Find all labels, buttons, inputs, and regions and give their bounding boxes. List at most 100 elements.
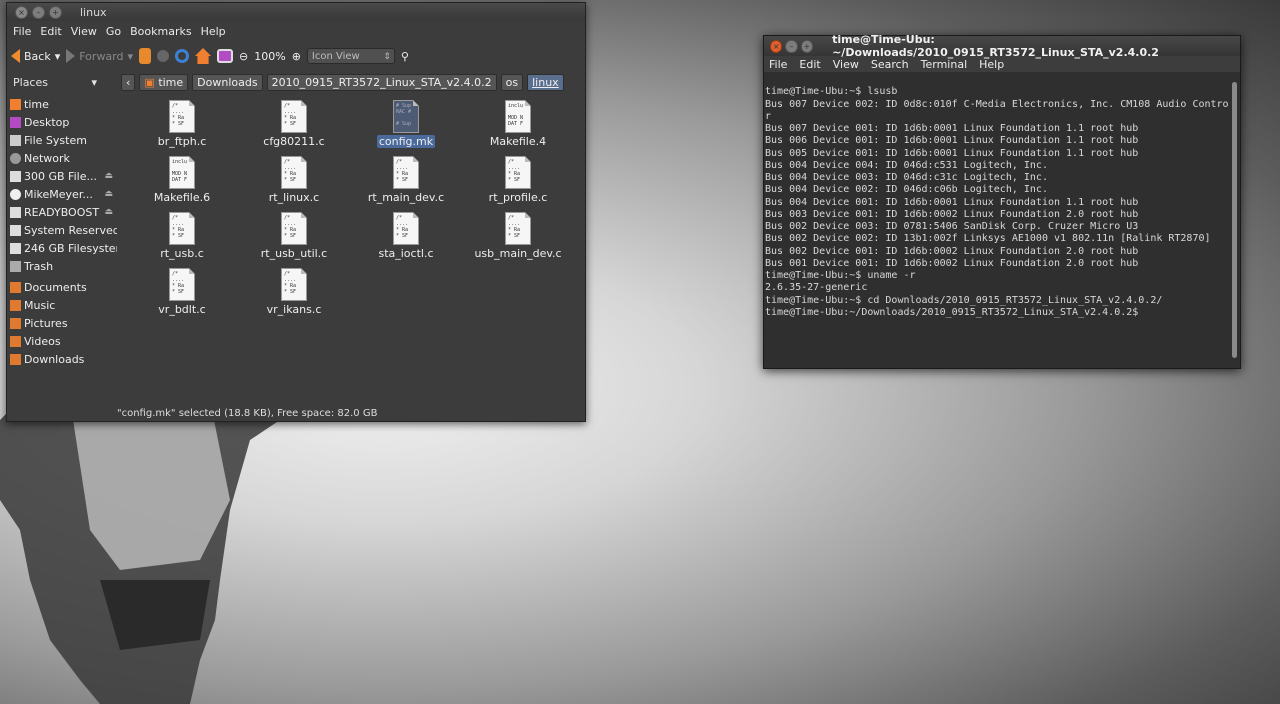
- sidebar-item-videos[interactable]: Videos: [7, 332, 117, 350]
- menu-help[interactable]: Help: [979, 58, 1004, 71]
- terminal-line: Bus 004 Device 003: ID 046d:c31c Logitec…: [765, 172, 1048, 183]
- sidebar-item-trash[interactable]: Trash: [7, 257, 117, 275]
- terminal-output[interactable]: time@Time-Ubu:~$ lsusb Bus 007 Device 002…: [764, 74, 1228, 368]
- text-file-icon: /*.... * Ra * SF: [281, 156, 307, 189]
- back-arrow-icon: [11, 49, 20, 63]
- sidebar-item-pictures[interactable]: Pictures: [7, 314, 117, 332]
- filesystem-icon: [10, 134, 21, 146]
- sidebar-item-time[interactable]: time: [7, 95, 117, 113]
- file-item[interactable]: /*.... * Ra * SF rt_usb_util.c: [239, 212, 349, 260]
- eject-icon[interactable]: ⏏: [104, 171, 113, 181]
- sidebar-item-mikemeyer[interactable]: MikeMeyer... ⏏: [7, 185, 117, 203]
- file-item[interactable]: /*.... * Ra * SF rt_profile.c: [463, 156, 573, 204]
- breadcrumb-os[interactable]: os: [500, 73, 524, 91]
- terminal-titlebar: × – + time@Time-Ubu: ~/Downloads/2010_09…: [764, 33, 1240, 59]
- maximize-window-button[interactable]: +: [49, 5, 62, 19]
- terminal-title: time@Time-Ubu: ~/Downloads/2010_0915_RT3…: [832, 33, 1159, 59]
- file-name: Makefile.4: [489, 135, 547, 148]
- terminal-line: Bus 002 Device 001: ID 1d6b:0002 Linux F…: [765, 245, 1139, 257]
- places-label: Places: [13, 75, 48, 89]
- breadcrumb-downloads[interactable]: Downloads: [192, 73, 263, 91]
- terminal-line: Bus 001 Device 001: ID 1d6b:0002 Linux F…: [765, 257, 1139, 269]
- forward-label: Forward: [79, 49, 124, 63]
- file-item[interactable]: /*.... * Ra * SF usb_main_dev.c: [463, 212, 573, 260]
- menu-edit[interactable]: Edit: [799, 58, 820, 71]
- sidebar-item-documents[interactable]: Documents: [7, 278, 117, 296]
- places-header[interactable]: Places ▾: [7, 76, 117, 89]
- file-item[interactable]: /*.... * Ra * SF sta_ioctl.c: [351, 212, 461, 260]
- breadcrumb-driver-folder[interactable]: 2010_0915_RT3572_Linux_STA_v2.4.0.2: [266, 73, 497, 91]
- search-icon[interactable]: ⚲: [401, 50, 409, 63]
- sidebar-item-desktop[interactable]: Desktop: [7, 113, 117, 131]
- terminal-scrollbar[interactable]: [1232, 82, 1237, 358]
- text-file-icon: /*.... * Ra * SF: [393, 156, 419, 189]
- reload-icon[interactable]: [175, 49, 190, 63]
- terminal-line: time@Time-Ubu:~/Downloads/2010_0915_RT35…: [765, 306, 1139, 318]
- sidebar-item-network[interactable]: Network: [7, 149, 117, 167]
- terminal-line: 2.6.35-27-generic: [765, 282, 868, 294]
- desktop-icon: [10, 116, 21, 128]
- menu-view[interactable]: View: [71, 25, 97, 38]
- file-item[interactable]: /*.... * Ra * SF br_ftph.c: [127, 100, 237, 148]
- zoom-out-icon[interactable]: ⊖: [239, 50, 248, 63]
- file-item[interactable]: /*.... * Ra * SF rt_linux.c: [239, 156, 349, 204]
- text-file-icon: /*.... * Ra * SF: [281, 268, 307, 301]
- home-icon[interactable]: [195, 48, 212, 64]
- breadcrumb-back-button[interactable]: ‹: [121, 73, 136, 91]
- forward-button[interactable]: Forward ▾: [66, 49, 133, 63]
- terminal-line: time@Time-Ubu:~$ uname -r: [765, 270, 916, 281]
- menu-bookmarks[interactable]: Bookmarks: [130, 25, 191, 38]
- menu-file[interactable]: File: [769, 58, 787, 71]
- location-row: Places ▾ ‹ ▣ time Downloads 2010_0915_RT…: [7, 71, 585, 93]
- file-item[interactable]: /*.... * Ra * SF rt_main_dev.c: [351, 156, 461, 204]
- folder-icon: [10, 317, 21, 329]
- minimize-window-button[interactable]: –: [785, 39, 798, 53]
- file-item[interactable]: /*.... * Ra * SF vr_bdlt.c: [127, 268, 237, 316]
- close-window-button[interactable]: ×: [15, 5, 28, 19]
- eject-icon[interactable]: ⏏: [104, 189, 113, 199]
- menu-file[interactable]: File: [13, 25, 31, 38]
- menu-terminal[interactable]: Terminal: [921, 58, 968, 71]
- breadcrumb-linux[interactable]: linux: [527, 73, 564, 91]
- sidebar-item-readyboost[interactable]: READYBOOST ⏏: [7, 203, 117, 221]
- up-arrow-icon[interactable]: [139, 48, 152, 64]
- sidebar-item-300gb[interactable]: 300 GB File... ⏏: [7, 167, 117, 185]
- view-mode-select[interactable]: Icon View: [306, 48, 395, 65]
- text-file-icon: /*.... * Ra * SF: [505, 212, 531, 245]
- menu-go[interactable]: Go: [106, 25, 121, 38]
- file-name: rt_usb_util.c: [260, 247, 328, 260]
- terminal-line: Bus 003 Device 001: ID 1d6b:0002 Linux F…: [765, 208, 1139, 220]
- menu-view[interactable]: View: [833, 58, 859, 71]
- terminal-line: Bus 004 Device 002: ID 046d:c06b Logitec…: [765, 184, 1048, 196]
- eject-icon[interactable]: ⏏: [104, 207, 113, 217]
- maximize-window-button[interactable]: +: [800, 39, 814, 53]
- sidebar-item-music[interactable]: Music: [7, 296, 117, 314]
- close-window-button[interactable]: ×: [770, 39, 783, 53]
- text-file-icon: /*.... * Ra * SF: [505, 156, 531, 189]
- stop-icon[interactable]: [157, 50, 170, 62]
- file-name: vr_ikans.c: [266, 303, 322, 316]
- chevron-down-icon: ▾: [127, 49, 134, 63]
- menu-edit[interactable]: Edit: [40, 25, 61, 38]
- file-item[interactable]: inclu MOD N DAT F Makefile.4: [463, 100, 573, 148]
- file-item[interactable]: /*.... * Ra * SF rt_usb.c: [127, 212, 237, 260]
- breadcrumb-time[interactable]: ▣ time: [139, 73, 189, 91]
- text-file-icon: /*.... * Ra * SF: [281, 212, 307, 245]
- file-item[interactable]: /*.... * Ra * SF vr_ikans.c: [239, 268, 349, 316]
- back-button[interactable]: Back ▾: [11, 49, 60, 63]
- menubar: File Edit View Go Bookmarks Help: [7, 21, 585, 41]
- trash-icon: [10, 260, 21, 272]
- sidebar-item-system-reserved[interactable]: System Reserved: [7, 221, 117, 239]
- menu-search[interactable]: Search: [871, 58, 909, 71]
- sidebar-item-downloads[interactable]: Downloads: [7, 350, 117, 368]
- minimize-window-button[interactable]: –: [32, 5, 45, 19]
- menu-help[interactable]: Help: [201, 25, 226, 38]
- sidebar-item-file-system[interactable]: File System: [7, 131, 117, 149]
- zoom-in-icon[interactable]: ⊕: [292, 50, 301, 63]
- file-item[interactable]: /*.... * Ra * SF cfg80211.c: [239, 100, 349, 148]
- file-item[interactable]: inclu MOD N DAT F Makefile.6: [127, 156, 237, 204]
- back-label: Back: [24, 49, 51, 63]
- file-item-selected[interactable]: # Sup RAC # # Sup config.mk: [351, 100, 461, 148]
- computer-icon[interactable]: [217, 49, 234, 63]
- sidebar-item-246gb[interactable]: 246 GB Filesystem: [7, 239, 117, 257]
